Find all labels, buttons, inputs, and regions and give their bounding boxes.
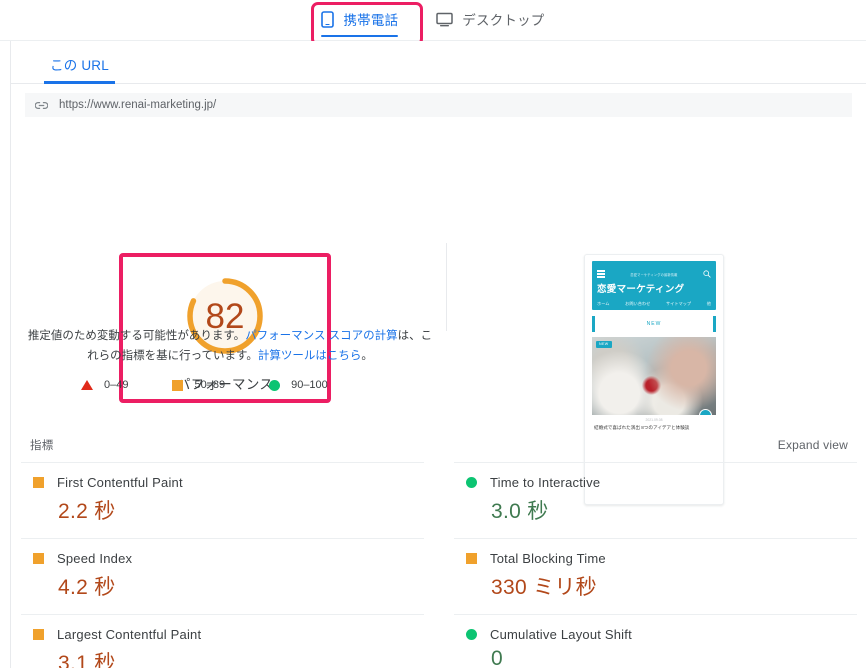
preview-site-title: 恋愛マーケティング [597, 284, 685, 295]
metrics-column-right: Time to Interactive 3.0 秒 Total Blocking… [454, 462, 857, 668]
circle-icon [466, 477, 477, 488]
metric-row[interactable]: First Contentful Paint 2.2 秒 [21, 462, 424, 538]
disclaimer-text-1: 推定値のため変動する可能性があります。 [27, 330, 246, 342]
report-panel: この URL https://www.renai-marketing.jp/ 8… [10, 41, 866, 668]
legend-label-good: 90–100 [291, 379, 328, 391]
tab-this-url-label: この URL [50, 58, 109, 73]
metric-name: Cumulative Layout Shift [490, 627, 632, 642]
circle-icon [269, 379, 281, 391]
metric-row[interactable]: Largest Contentful Paint 3.1 秒 [21, 614, 424, 668]
tab-this-url[interactable]: この URL [44, 54, 115, 84]
score-legend: 0–49 50–89 90–100 [81, 379, 381, 391]
metrics-title: 指標 [30, 440, 54, 452]
metric-value: 4.2 秒 [58, 576, 116, 599]
preview-new-band: NEW [592, 315, 716, 332]
metric-name: Largest Contentful Paint [57, 627, 202, 642]
circle-icon [466, 629, 477, 640]
metric-value: 2.2 秒 [58, 500, 116, 523]
search-icon [703, 265, 711, 283]
url-text: https://www.renai-marketing.jp/ [59, 99, 217, 111]
preview-article-card: NEW 2021.09.08 結婚式で喜ばれた演出 8つのアイデアと体験談 [592, 336, 716, 431]
tab-mobile[interactable]: 携帯電話 [315, 0, 404, 37]
legend-item-poor: 0–49 [81, 379, 128, 391]
legend-label-average: 50–89 [194, 379, 226, 391]
disclaimer-link-tool[interactable]: 計算ツールはこちら [258, 350, 362, 362]
metrics-column-left: First Contentful Paint 2.2 秒 Speed Index… [21, 462, 424, 668]
hamburger-menu-icon [597, 270, 605, 278]
metrics-header: 指標 Expand view [21, 437, 857, 462]
metric-name: Total Blocking Time [490, 551, 606, 566]
url-display-bar: https://www.renai-marketing.jp/ [25, 93, 852, 117]
metrics-section: 指標 Expand view First Contentful Paint 2.… [21, 437, 857, 668]
legend-item-average: 50–89 [172, 379, 225, 391]
metric-row[interactable]: Total Blocking Time 330 ミリ秒 [454, 538, 857, 614]
preview-site-tagline: 恋愛マーケティングの最新情報 [630, 272, 678, 277]
metric-row[interactable]: Speed Index 4.2 秒 [21, 538, 424, 614]
tab-mobile-label: 携帯電話 [343, 13, 399, 28]
metric-value: 0 [491, 647, 503, 668]
device-tab-bar: 携帯電話 デスクトップ [0, 0, 866, 41]
expand-view-button[interactable]: Expand view [778, 438, 848, 452]
score-disclaimer: 推定値のため変動する可能性があります。パフォーマンス スコアの計算は、これらの指… [27, 327, 433, 366]
metrics-grid: First Contentful Paint 2.2 秒 Speed Index… [21, 462, 857, 668]
tab-desktop[interactable]: デスクトップ [430, 0, 550, 37]
metric-row[interactable]: Time to Interactive 3.0 秒 [454, 462, 857, 538]
preview-card-badge: NEW [596, 340, 612, 348]
preview-site-header: 恋愛マーケティングの最新情報 恋愛マーケティング ホーム お問い合わせ サイトマ… [592, 261, 716, 310]
link-chain-icon [35, 101, 48, 110]
preview-card-caption: 結婚式で喜ばれた演出 8つのアイデアと体験談 [594, 424, 690, 430]
preview-card-meta: 2021.09.08 [645, 417, 663, 422]
square-icon [33, 477, 44, 488]
metric-value: 3.0 秒 [491, 500, 549, 523]
disclaimer-text-3: 。 [361, 349, 373, 362]
url-tab-bar: この URL [11, 41, 866, 84]
metric-value: 330 ミリ秒 [491, 576, 597, 599]
square-icon [33, 553, 44, 564]
metric-name: Time to Interactive [490, 475, 601, 490]
preview-nav-item: ホーム [597, 300, 610, 306]
metric-name: First Contentful Paint [57, 475, 183, 490]
metric-name: Speed Index [57, 551, 133, 566]
preview-nav-item: お問い合わせ [625, 300, 651, 306]
metric-row[interactable]: Cumulative Layout Shift 0 [454, 614, 857, 668]
vertical-divider [446, 243, 447, 331]
preview-article-image: NEW [592, 336, 716, 415]
legend-label-poor: 0–49 [104, 379, 129, 391]
pagespeed-insights-report: 携帯電話 デスクトップ この URL https://www.renai-mar… [0, 0, 866, 668]
preview-floating-action-button [699, 408, 712, 415]
square-icon [466, 553, 477, 564]
square-icon [33, 629, 44, 640]
preview-nav-item: 他 [706, 300, 711, 306]
preview-nav-item: サイトマップ [665, 300, 692, 306]
square-icon [172, 379, 184, 391]
legend-item-good: 90–100 [269, 379, 328, 391]
triangle-icon [81, 380, 93, 390]
disclaimer-link-calc[interactable]: パフォーマンス スコアの計算 [245, 330, 397, 342]
mobile-phone-icon [321, 10, 335, 28]
desktop-monitor-icon [436, 12, 454, 27]
tab-desktop-label: デスクトップ [462, 13, 545, 28]
metric-value: 3.1 秒 [58, 652, 116, 668]
preview-site-nav: ホーム お問い合わせ サイトマップ 他 [597, 301, 711, 307]
